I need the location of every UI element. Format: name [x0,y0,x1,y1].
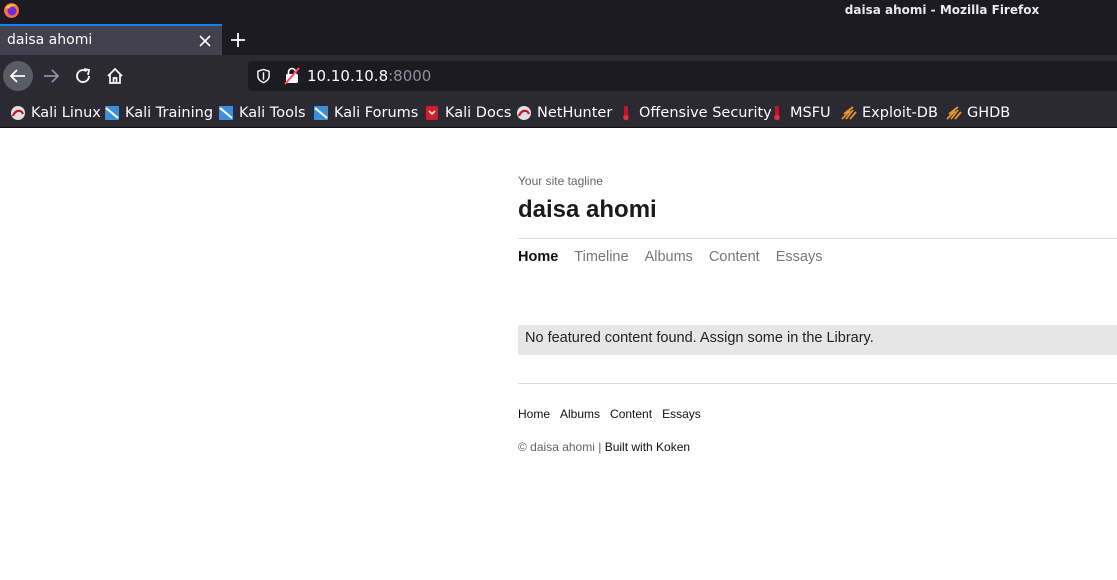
kali-dragon-icon [11,106,25,120]
bookmark-label: MSFU [790,105,831,121]
main-nav: Home Timeline Albums Content Essays [518,249,822,265]
footer-divider [518,383,1117,384]
kali-docs-icon [426,106,438,120]
nethunter-icon [517,106,531,120]
url-port: :8000 [388,67,432,85]
ghdb-icon [946,106,962,120]
bookmark-label: Kali Forums [334,105,419,121]
arrow-right-icon [44,69,60,83]
bookmark-kali-linux[interactable]: Kali Linux [10,103,101,123]
bookmark-kali-training[interactable]: Kali Training [104,103,213,123]
footer-link-content[interactable]: Content [610,407,652,421]
bookmarks-toolbar: Kali Linux Kali Training Kali Tools Kali… [0,97,1117,128]
url-host: 10.10.10.8 [307,67,389,85]
reload-button[interactable] [68,61,98,91]
footer-nav: Home Albums Content Essays [518,407,701,421]
tab-strip: daisa ahomi [0,24,1117,55]
bookmark-kali-forums[interactable]: Kali Forums [313,103,418,123]
bookmark-label: Offensive Security [639,105,772,121]
home-icon [107,67,123,84]
insecure-lock-icon[interactable] [284,67,300,85]
kali-forums-icon [314,106,328,120]
nav-link-albums[interactable]: Albums [645,249,693,265]
reload-icon [76,68,91,83]
new-tab-plus-icon[interactable] [229,31,247,49]
built-with-koken-link[interactable]: Built with Koken [605,440,690,454]
url-text[interactable]: 10.10.10.8:8000 [307,67,431,85]
header-divider [518,238,1117,239]
nav-link-content[interactable]: Content [709,249,760,265]
nav-link-home[interactable]: Home [518,249,558,265]
featured-content-notice: No featured content found. Assign some i… [518,325,1117,355]
forward-button[interactable] [36,61,66,91]
bookmark-offensive-security[interactable]: Offensive Security [618,103,772,123]
home-button[interactable] [100,61,130,91]
kali-training-icon [105,106,119,120]
msfu-icon [774,106,780,121]
bookmark-kali-docs[interactable]: Kali Docs [424,103,511,123]
bookmark-exploit-db[interactable]: Exploit-DB [841,103,938,123]
arrow-left-icon [9,69,25,83]
bookmark-kali-tools[interactable]: Kali Tools [218,103,306,123]
bookmark-label: Kali Linux [31,105,101,121]
site-title[interactable]: daisa ahomi [518,196,657,224]
kali-tools-icon [219,106,233,120]
bookmark-label: Kali Docs [445,105,512,121]
nav-link-timeline[interactable]: Timeline [574,249,628,265]
site-tagline: Your site tagline [518,174,603,188]
exploitdb-icon [841,106,857,120]
footer-link-albums[interactable]: Albums [560,407,600,421]
copyright-line: © daisa ahomi | Built with Koken [518,440,690,454]
navigation-toolbar: 10.10.10.8:8000 [0,55,1117,97]
nav-link-essays[interactable]: Essays [776,249,823,265]
copyright-text: © daisa ahomi | [518,440,602,454]
bookmark-label: GHDB [967,105,1011,121]
bookmark-label: Exploit-DB [862,105,938,121]
footer-link-home[interactable]: Home [518,407,550,421]
bookmark-label: Kali Tools [239,105,306,121]
window-title: daisa ahomi - Mozilla Firefox [844,3,1040,17]
address-bar[interactable]: 10.10.10.8:8000 [248,61,1117,91]
tab-active[interactable]: daisa ahomi [0,24,222,55]
page-viewport: Your site tagline daisa ahomi Home Timel… [0,128,1117,580]
bookmark-label: NetHunter [537,105,613,121]
tracking-shield-icon[interactable] [256,68,271,84]
window-titlebar: daisa ahomi - Mozilla Firefox [0,0,1117,24]
offsec-icon [623,106,629,121]
footer-link-essays[interactable]: Essays [662,407,701,421]
close-icon[interactable] [198,34,212,48]
bookmark-ghdb[interactable]: GHDB [946,103,1010,123]
back-button[interactable] [3,61,33,91]
bookmark-msfu[interactable]: MSFU [769,103,831,123]
bookmark-label: Kali Training [125,105,214,121]
tab-title: daisa ahomi [7,32,93,48]
bookmark-nethunter[interactable]: NetHunter [516,103,612,123]
